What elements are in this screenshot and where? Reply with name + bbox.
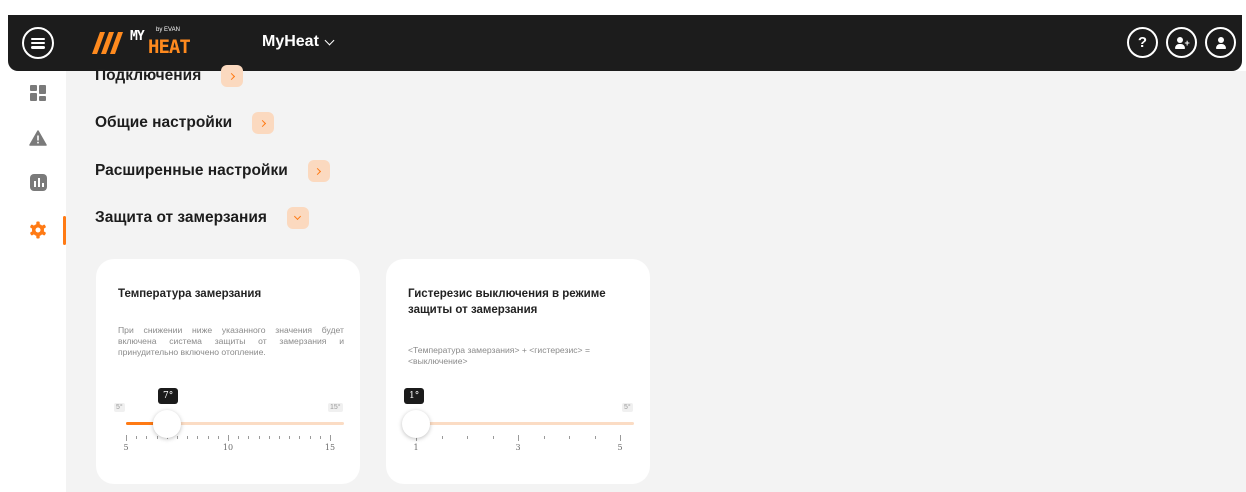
slider-minor-tick <box>467 436 468 439</box>
settings-content: Подключения Общие настройки Расширенные … <box>66 65 1246 492</box>
slider-minor-tick <box>268 436 270 439</box>
slider-tick-label: 10 <box>222 443 234 452</box>
slider-minor-tick <box>258 436 260 439</box>
slider-minor-tick <box>136 436 138 439</box>
slider-max-label: 5° <box>622 403 633 412</box>
dashboard-icon <box>30 85 46 101</box>
section-general-settings[interactable]: Общие настройки <box>95 112 275 134</box>
slider-minor-tick <box>299 436 301 439</box>
section-title: Общие настройки <box>95 114 233 131</box>
logo-my-text: MY <box>130 29 145 44</box>
slider-tick-label: 3 <box>515 443 521 452</box>
sidebar-item-dashboard[interactable] <box>28 83 48 103</box>
slider-major-tick <box>330 435 331 441</box>
section-freeze-protection[interactable]: Защита от замерзания <box>95 207 309 229</box>
slider-minor-tick <box>207 436 209 439</box>
chevron-right-icon[interactable] <box>307 160 330 182</box>
logo: MY by EVAN HEAT <box>90 27 200 59</box>
slider-tick-label: 15 <box>324 443 336 452</box>
slider-tick-label: 1 <box>413 443 419 452</box>
account-selector[interactable]: MyHeat <box>262 33 335 51</box>
hysteresis-card: Гистерезис выключения в режиме защиты от… <box>386 259 650 484</box>
slider-minor-tick <box>238 436 240 439</box>
slider-minor-tick <box>177 436 178 439</box>
sidebar-item-alerts[interactable] <box>28 128 48 148</box>
slider-major-tick <box>518 435 519 441</box>
help-button[interactable]: ? <box>1127 27 1158 58</box>
card-title: Гистерезис выключения в режиме защиты от… <box>408 288 606 316</box>
add-user-button[interactable]: + <box>1166 27 1197 58</box>
chevron-down-icon <box>324 35 335 45</box>
sidebar <box>0 71 66 492</box>
slider-min-label: 5° <box>114 403 125 412</box>
slider-minor-tick <box>319 436 321 439</box>
slider-major-tick <box>126 435 127 441</box>
freeze-temperature-card: Температура замерзания При снижении ниже… <box>96 259 360 484</box>
slider-minor-tick <box>187 436 189 439</box>
slider-minor-tick <box>197 436 199 439</box>
slider-minor-tick <box>309 436 311 439</box>
slider-minor-tick <box>492 436 494 439</box>
top-bar: MY by EVAN HEAT MyHeat ? + <box>8 15 1242 71</box>
slider-major-tick <box>620 435 621 441</box>
chart-icon <box>29 173 47 191</box>
slider-minor-tick <box>569 436 570 439</box>
card-description: При снижении ниже указанного значения бу… <box>118 325 344 357</box>
card-description: <Температура замерзания> + <гистерезис> … <box>408 345 590 366</box>
add-user-icon: + <box>1173 36 1190 50</box>
slider-minor-tick <box>156 436 158 439</box>
sidebar-item-statistics[interactable] <box>28 172 48 192</box>
section-connections[interactable]: Подключения <box>95 65 244 87</box>
slider-major-tick <box>228 435 229 441</box>
settings-icon <box>30 221 46 239</box>
user-icon <box>1214 36 1228 50</box>
profile-button[interactable] <box>1205 27 1236 58</box>
slider-minor-tick <box>289 436 291 439</box>
warning-icon <box>29 130 47 146</box>
chevron-right-icon[interactable] <box>252 112 275 134</box>
card-title: Температура замерзания <box>118 288 262 300</box>
slider-minor-tick <box>279 436 280 439</box>
section-title: Подключения <box>95 67 202 84</box>
app-title: MyHeat <box>262 33 319 50</box>
section-advanced-settings[interactable]: Расширенные настройки <box>95 160 330 182</box>
slider-max-label: 15° <box>328 403 343 412</box>
slider-value-tooltip: 7° <box>158 388 179 404</box>
slider-minor-tick <box>543 436 545 439</box>
chevron-down-icon[interactable] <box>286 207 309 229</box>
logo-heat-text: HEAT <box>148 36 191 58</box>
menu-icon[interactable] <box>22 27 54 59</box>
slider-minor-tick <box>441 436 443 439</box>
help-icon: ? <box>1137 34 1148 51</box>
section-title: Защита от замерзания <box>95 209 267 226</box>
chevron-right-icon[interactable] <box>221 65 244 87</box>
slider-value-tooltip: 1° <box>404 388 425 404</box>
sidebar-item-settings[interactable] <box>28 220 48 240</box>
slider-tick-label: 5 <box>123 443 129 452</box>
slider-track[interactable] <box>416 422 634 425</box>
slider-minor-tick <box>217 436 219 439</box>
section-title: Расширенные настройки <box>95 162 288 179</box>
slider-minor-tick <box>248 436 250 439</box>
slider-minor-tick <box>594 436 596 439</box>
logo-by-text: by EVAN <box>156 27 180 33</box>
slider-tick-label: 5 <box>617 443 623 452</box>
slider-minor-tick <box>146 436 148 439</box>
hysteresis-slider-handle[interactable] <box>402 410 430 438</box>
freeze-temperature-slider-handle[interactable] <box>152 410 181 438</box>
